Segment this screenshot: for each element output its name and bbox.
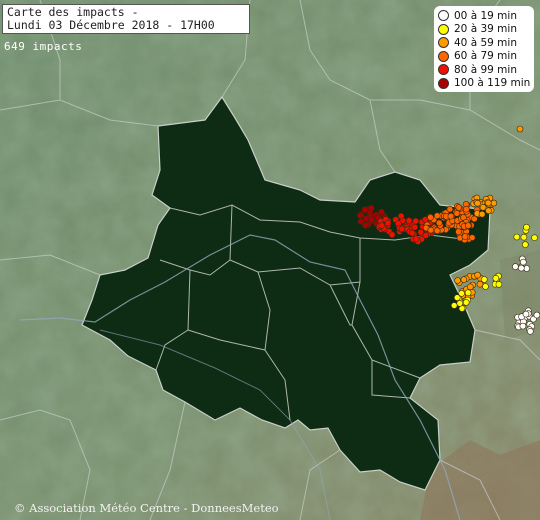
time-legend: 00 à 19 min 20 à 39 min 40 à 59 min 60 à…: [434, 6, 534, 92]
impact-dot: [433, 227, 441, 234]
impact-dot: [464, 289, 472, 297]
legend-item-2: 40 à 59 min: [438, 36, 530, 50]
impact-dot: [526, 327, 534, 335]
legend-dot-4: [438, 64, 449, 76]
legend-item-5: 100 à 119 min: [438, 77, 530, 91]
impact-dot: [362, 222, 369, 229]
impact-dot: [412, 235, 420, 243]
legend-dot-1: [438, 23, 449, 35]
impact-dot: [454, 277, 461, 284]
impact-dot: [446, 205, 454, 213]
impact-dot: [455, 228, 462, 235]
impact-dot: [411, 223, 419, 231]
impact-dot: [460, 276, 468, 283]
impact-dot: [523, 223, 530, 231]
impact-dot: [474, 271, 481, 279]
impact-dot: [468, 234, 476, 241]
impact-dot: [417, 228, 425, 236]
impact-dot: [408, 229, 416, 237]
legend-dot-0: [438, 10, 449, 22]
impact-dot: [455, 204, 463, 211]
impact-dot: [476, 280, 484, 288]
impact-dot: [453, 210, 461, 217]
impact-dot: [462, 205, 470, 213]
legend-item-4: 80 à 99 min: [438, 63, 530, 77]
impact-dot: [427, 214, 434, 221]
impact-dot: [478, 210, 486, 218]
impact-dot: [492, 274, 500, 282]
map-credit: © Association Météo Centre - DonneesMete…: [14, 501, 279, 515]
impact-dot: [484, 199, 492, 207]
impact-dot: [533, 311, 540, 319]
impact-dot: [427, 226, 435, 234]
impact-dot: [356, 212, 364, 219]
impact-dot: [516, 125, 524, 133]
title-line-2: Lundi 03 Décembre 2018 - 17H00: [7, 18, 215, 32]
impact-dot: [517, 264, 525, 272]
impact-dot: [461, 233, 469, 240]
impact-dot: [490, 199, 498, 207]
legend-label-2: 40 à 59 min: [454, 36, 517, 49]
legend-item-1: 20 à 39 min: [438, 23, 530, 37]
legend-label-5: 100 à 119 min: [454, 77, 531, 90]
legend-dot-2: [438, 37, 449, 49]
impact-dot: [405, 217, 413, 224]
impact-dot: [512, 263, 519, 270]
impact-dot: [453, 294, 461, 301]
impact-count: 649 impacts: [4, 40, 83, 53]
impact-dot: [466, 283, 474, 291]
impact-dot: [519, 322, 527, 330]
legend-dot-5: [438, 77, 449, 89]
impact-dot: [480, 276, 488, 283]
legend-dot-3: [438, 50, 449, 62]
impact-dot: [464, 222, 472, 229]
impact-dot: [523, 265, 531, 272]
impact-dot: [368, 216, 375, 223]
impact-dot: [520, 233, 528, 241]
impact-dot: [388, 231, 396, 238]
impact-dot: [367, 205, 375, 212]
legend-label-4: 80 à 99 min: [454, 63, 517, 76]
impact-dot: [435, 219, 443, 227]
impact-dot: [362, 215, 370, 222]
lightning-map: Carte des impacts - Lundi 03 Décembre 20…: [0, 0, 540, 520]
impact-dot: [521, 241, 529, 248]
impact-dot: [519, 258, 527, 266]
impact-dot: [412, 217, 420, 225]
impact-dot: [384, 219, 392, 227]
impact-dot: [378, 222, 386, 229]
legend-label-0: 00 à 19 min: [454, 9, 517, 22]
impact-dot: [495, 281, 503, 288]
map-title-box: Carte des impacts - Lundi 03 Décembre 20…: [2, 4, 250, 34]
impact-dot: [398, 225, 406, 233]
impact-dot: [450, 302, 458, 309]
legend-label-1: 20 à 39 min: [454, 23, 517, 36]
impact-dot: [474, 199, 481, 207]
impact-dot: [433, 212, 441, 219]
impact-dot: [447, 212, 455, 220]
impact-dot: [462, 299, 470, 306]
impact-dot: [361, 206, 369, 213]
impact-dot: [522, 310, 530, 318]
impact-dot: [397, 212, 405, 220]
impact-dot: [531, 234, 538, 241]
legend-item-3: 60 à 79 min: [438, 50, 530, 64]
legend-item-0: 00 à 19 min: [438, 9, 530, 23]
legend-label-3: 60 à 79 min: [454, 50, 517, 63]
impact-dot: [456, 300, 464, 307]
impact-dot: [485, 207, 492, 214]
impact-dot: [513, 233, 521, 241]
impact-dot: [482, 283, 489, 290]
